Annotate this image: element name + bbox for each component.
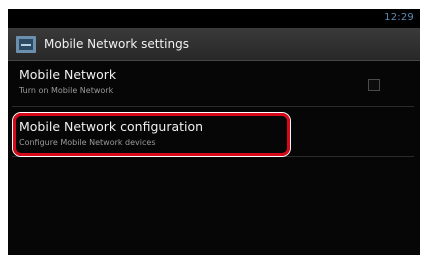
settings-app-icon[interactable]	[16, 36, 36, 53]
mobile-network-toggle-item[interactable]: Mobile Network Turn on Mobile Network	[8, 61, 420, 107]
list-divider	[12, 106, 414, 107]
device-screen: 12:29 Mobile Network settings Mobile Net…	[8, 9, 420, 255]
status-bar: 12:29	[8, 9, 420, 28]
screenshot: 12:29 Mobile Network settings Mobile Net…	[0, 0, 424, 255]
mobile-network-title: Mobile Network	[19, 67, 117, 82]
list-divider	[12, 156, 414, 157]
action-bar-title: Mobile Network settings	[44, 37, 189, 51]
status-time: 12:29	[384, 12, 414, 23]
mobile-network-checkbox[interactable]	[368, 79, 380, 91]
action-bar: Mobile Network settings	[8, 28, 420, 61]
highlight-callout	[13, 113, 290, 156]
mobile-network-summary: Turn on Mobile Network	[19, 86, 114, 95]
